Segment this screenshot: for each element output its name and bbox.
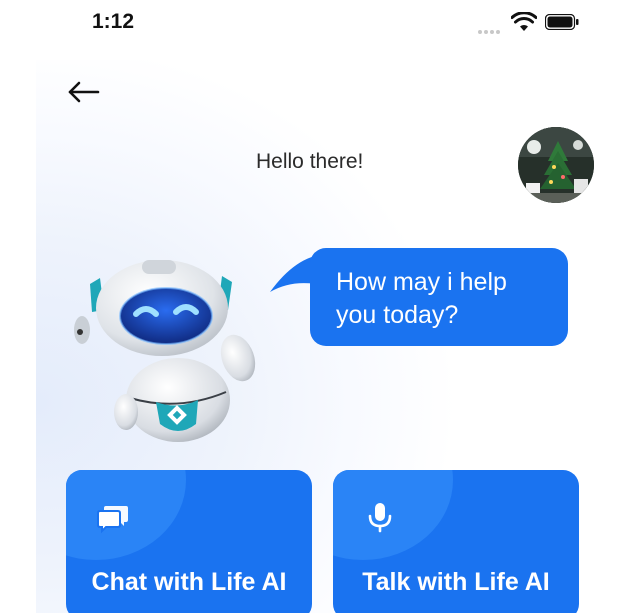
wifi-icon xyxy=(511,12,537,31)
avatar[interactable] xyxy=(518,127,594,203)
avatar-photo xyxy=(518,127,594,203)
status-time: 1:12 xyxy=(92,10,135,33)
chat-with-ai-label: Chat with Life AI xyxy=(91,568,287,596)
chat-with-ai-button[interactable]: Chat with Life AI xyxy=(66,470,312,613)
battery-icon xyxy=(545,14,579,30)
robot-mascot-icon xyxy=(74,260,256,442)
talk-with-ai-label: Talk with Life AI xyxy=(362,568,550,596)
back-arrow-icon[interactable] xyxy=(66,78,100,106)
chat-bubbles-icon xyxy=(97,506,128,534)
assistant-message-line-2: you today? xyxy=(336,301,459,329)
status-bar: 1:12 xyxy=(0,0,634,46)
talk-with-ai-button[interactable]: Talk with Life AI xyxy=(333,470,579,613)
cellular-signal-icon xyxy=(478,21,502,39)
assistant-message-line-1: How may i help xyxy=(336,268,507,296)
greeting-text: Hello there! xyxy=(256,150,364,173)
assistant-speech-bubble: How may i help you today? xyxy=(310,248,568,346)
microphone-icon xyxy=(368,503,392,533)
